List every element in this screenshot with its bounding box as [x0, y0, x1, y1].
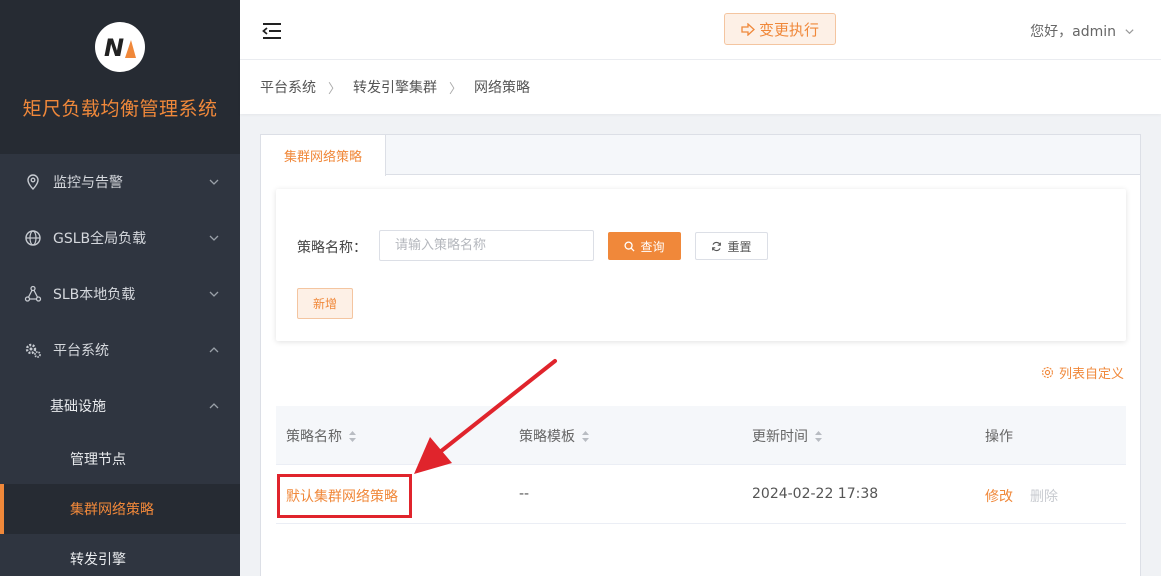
- chevron-up-icon: [209, 347, 219, 353]
- sort-icon: [349, 430, 356, 442]
- sidebar-item-monitoring[interactable]: 监控与告警: [0, 154, 240, 210]
- sidebar-item-management-nodes[interactable]: 管理节点: [0, 434, 240, 484]
- chevron-right-icon: 〉: [449, 81, 463, 97]
- menu-collapse-icon[interactable]: [262, 22, 282, 40]
- app-title: 矩尺负载均衡管理系统: [22, 98, 218, 120]
- sidebar-item-label: 监控与告警: [53, 175, 123, 191]
- reset-label: 重置: [727, 239, 752, 254]
- column-customize-link[interactable]: 列表自定义: [1041, 363, 1124, 382]
- column-header-label: 策略模板: [519, 429, 575, 445]
- user-menu[interactable]: 您好，admin: [1030, 21, 1135, 41]
- breadcrumb: 平台系统 〉 转发引擎集群 〉 网络策略: [240, 60, 1161, 114]
- chevron-down-icon: [209, 235, 219, 241]
- refresh-icon: [712, 241, 722, 251]
- sort-icon: [815, 430, 822, 442]
- search-icon: [624, 240, 636, 252]
- breadcrumb-item-current: 网络策略: [474, 80, 531, 96]
- brand: N 矩尺负载均衡管理系统: [0, 0, 240, 154]
- column-header-updated[interactable]: 更新时间: [752, 426, 823, 446]
- location-pin-icon: [27, 174, 39, 190]
- sidebar-item-platform[interactable]: 平台系统: [0, 322, 240, 378]
- edit-button[interactable]: 修改: [985, 486, 1013, 506]
- chevron-down-icon: [209, 291, 219, 297]
- chevron-up-icon: [209, 403, 219, 409]
- policy-template-cell: --: [519, 486, 530, 502]
- change-execute-label: 变更执行: [758, 20, 819, 39]
- policy-name-label: 策略名称：: [297, 240, 367, 256]
- sidebar: N 矩尺负载均衡管理系统 监控与告警 GSLB全局负载 SLB本地负载 平台系统…: [0, 0, 240, 576]
- annotation-highlight-box: [277, 474, 412, 518]
- sort-icon: [582, 430, 589, 442]
- user-greeting: 您好，admin: [1030, 24, 1116, 40]
- logo-mark-icon: N: [104, 34, 136, 62]
- chevron-down-icon: [1125, 28, 1134, 34]
- breadcrumb-item[interactable]: 平台系统: [260, 77, 316, 97]
- filter-panel: 策略名称： 查询 重置 新增: [276, 189, 1126, 341]
- change-execute-button[interactable]: 变更执行: [724, 13, 836, 45]
- sidebar-item-cluster-network-policy[interactable]: 集群网络策略: [0, 484, 240, 534]
- column-header-actions: 操作: [985, 426, 1013, 446]
- add-button[interactable]: 新增: [297, 288, 353, 319]
- sidebar-item-slb[interactable]: SLB本地负载: [0, 266, 240, 322]
- sidebar-item-label: GSLB全局负载: [53, 231, 147, 247]
- column-header-label: 更新时间: [752, 429, 808, 445]
- column-header-label: 操作: [985, 429, 1013, 445]
- column-header-template[interactable]: 策略模板: [519, 426, 590, 446]
- breadcrumb-item[interactable]: 转发引擎集群: [353, 77, 437, 97]
- globe-icon: [25, 230, 41, 246]
- updated-time-cell: 2024-02-22 17:38: [752, 486, 879, 502]
- sidebar-item-label: SLB本地负载: [53, 287, 136, 303]
- sidebar-item-label: 集群网络策略: [70, 502, 154, 518]
- share-arrow-icon: [741, 22, 755, 36]
- gear-icon: [1042, 367, 1053, 378]
- table-header: 策略名称 策略模板 更新时间 操作: [276, 406, 1126, 465]
- share-nodes-icon: [24, 285, 42, 302]
- tab-cluster-network-policy[interactable]: 集群网络策略: [261, 135, 386, 176]
- svg-text:N: N: [104, 34, 124, 62]
- top-header: 变更执行 您好，admin: [240, 0, 1161, 60]
- sidebar-item-label: 平台系统: [53, 343, 109, 359]
- sidebar-item-forwarding-engine[interactable]: 转发引擎: [0, 534, 240, 576]
- reset-button[interactable]: 重置: [695, 232, 768, 260]
- sidebar-group-label: 基础设施: [50, 399, 106, 415]
- logo[interactable]: N: [95, 22, 145, 72]
- query-label: 查询: [640, 239, 665, 254]
- sidebar-item-gslb[interactable]: GSLB全局负载: [0, 210, 240, 266]
- policy-name-input[interactable]: [379, 230, 594, 261]
- chevron-right-icon: 〉: [328, 81, 342, 97]
- chevron-down-icon: [209, 179, 219, 185]
- gears-icon: [25, 343, 41, 358]
- sidebar-group-infrastructure[interactable]: 基础设施: [0, 378, 240, 434]
- sidebar-item-label: 转发引擎: [70, 552, 126, 568]
- column-header-label: 策略名称: [286, 429, 342, 445]
- delete-button[interactable]: 删除: [1030, 486, 1058, 506]
- tab-bar: 集群网络策略: [261, 135, 1140, 176]
- sidebar-item-label: 管理节点: [70, 452, 126, 468]
- column-header-name[interactable]: 策略名称: [286, 426, 357, 446]
- column-customize-label: 列表自定义: [1058, 367, 1124, 382]
- query-button[interactable]: 查询: [608, 232, 681, 260]
